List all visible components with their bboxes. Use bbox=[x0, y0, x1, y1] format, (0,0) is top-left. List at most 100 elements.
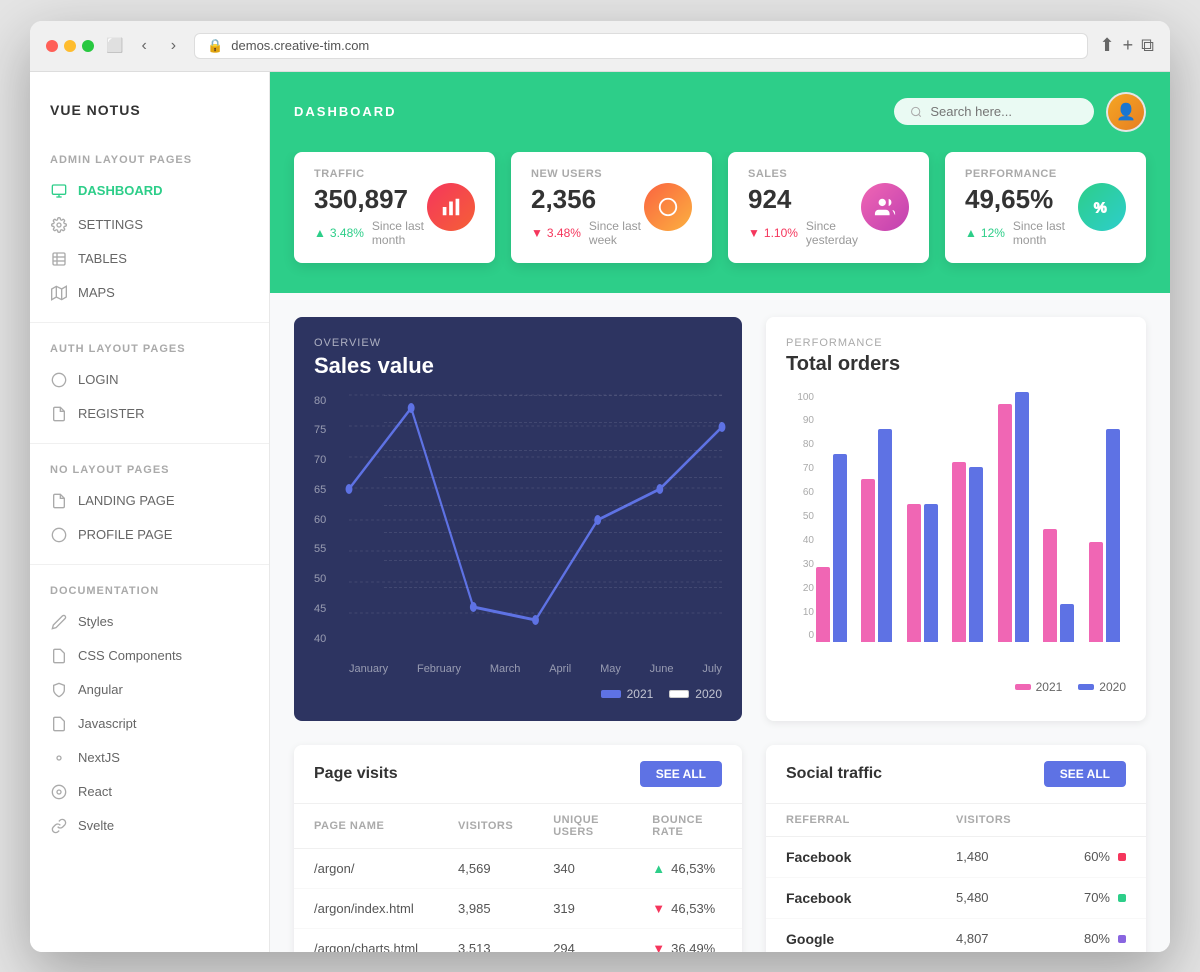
progress-container-3: 80% bbox=[1084, 931, 1126, 946]
sidebar-item-dashboard[interactable]: DASHBOARD bbox=[30, 174, 269, 208]
sidebar-item-landing[interactable]: LANDING PAGE bbox=[30, 484, 269, 518]
sidebar-landing-label: LANDING PAGE bbox=[78, 493, 175, 508]
sidebar-item-react[interactable]: React bbox=[30, 775, 269, 809]
map-icon bbox=[50, 284, 68, 302]
maximize-dot[interactable] bbox=[82, 40, 94, 52]
sidebar-register-label: REGISTER bbox=[78, 406, 144, 421]
sidebar-item-css[interactable]: CSS Components bbox=[30, 639, 269, 673]
header-right: 👤 bbox=[894, 92, 1146, 132]
sidebar-item-register[interactable]: REGISTER bbox=[30, 397, 269, 431]
bar-blue-6 bbox=[1060, 604, 1074, 642]
shield-icon bbox=[50, 681, 68, 699]
stat-icon-traffic bbox=[427, 183, 475, 231]
link-icon bbox=[50, 817, 68, 835]
stat-change-performance: ▲ 12% Since last month bbox=[965, 219, 1078, 247]
sidebar-section-docs: DOCUMENTATION bbox=[30, 577, 269, 605]
social-col-visitors: VISITORS bbox=[956, 814, 1126, 826]
settings-icon bbox=[50, 216, 68, 234]
sidebar-item-settings[interactable]: SETTINGS bbox=[30, 208, 269, 242]
sidebar-item-javascript[interactable]: Javascript bbox=[30, 707, 269, 741]
social-referral-1: Facebook bbox=[786, 849, 956, 865]
progress-container-1: 60% bbox=[1084, 849, 1126, 864]
sidebar-item-svelte[interactable]: Svelte bbox=[30, 809, 269, 843]
col-bounce: BOUNCE RATE bbox=[632, 804, 742, 849]
sidebar-item-maps[interactable]: MAPS bbox=[30, 276, 269, 310]
svg-text:%: % bbox=[1094, 201, 1107, 217]
social-title: Social traffic bbox=[786, 765, 882, 783]
bar-pink-5 bbox=[998, 404, 1012, 642]
table-row: /argon/index.html 3,985 319 ▼ 46,53% bbox=[294, 888, 742, 928]
stat-info-traffic: TRAFFIC 350,897 ▲ 3.48% Since last month bbox=[314, 168, 427, 247]
social-pct-2: 70% bbox=[1084, 890, 1110, 905]
app-layout: VUE NOTUS ADMIN LAYOUT PAGES DASHBOARD S… bbox=[30, 72, 1170, 952]
see-all-button-social[interactable]: SEE ALL bbox=[1044, 761, 1126, 787]
overview-chart-card: OVERVIEW Sales value 80 75 70 65 60 55 bbox=[294, 317, 742, 721]
bar-pink-3 bbox=[907, 504, 921, 642]
col-page-name: PAGE NAME bbox=[294, 804, 438, 849]
sidebar-item-login[interactable]: LOGIN bbox=[30, 363, 269, 397]
stat-info-newusers: NEW USERS 2,356 ▼ 3.48% Since last week bbox=[531, 168, 644, 247]
lock-icon: 🔒 bbox=[207, 38, 223, 54]
table-row: /argon/ 4,569 340 ▲ 46,53% bbox=[294, 848, 742, 888]
chart-title: Sales value bbox=[314, 353, 722, 379]
bar-group-4 bbox=[952, 462, 989, 642]
bar-blue-1 bbox=[833, 454, 847, 642]
social-pct-3: 80% bbox=[1084, 931, 1110, 946]
address-bar[interactable]: 🔒 demos.creative-tim.com bbox=[194, 33, 1087, 59]
sidebar-settings-label: SETTINGS bbox=[78, 217, 143, 232]
see-all-button-visits[interactable]: SEE ALL bbox=[640, 761, 722, 787]
chart-x-labels: January February March April May June Ju… bbox=[349, 663, 722, 675]
search-box[interactable] bbox=[894, 98, 1094, 125]
performance-chart-card: PERFORMANCE Total orders 100 90 80 70 60… bbox=[766, 317, 1146, 721]
monitor-icon bbox=[50, 182, 68, 200]
settings-icon-2 bbox=[50, 749, 68, 767]
avatar-image: 👤 bbox=[1108, 94, 1144, 130]
cell-bounce-2: ▼ 46,53% bbox=[632, 888, 742, 928]
bounce-arrow-2: ▼ bbox=[652, 901, 665, 916]
sidebar-divider-2 bbox=[30, 443, 269, 444]
back-button[interactable]: ‹ bbox=[135, 35, 152, 57]
progress-container-2: 70% bbox=[1084, 890, 1126, 905]
share-button[interactable]: ⬆ bbox=[1100, 35, 1115, 56]
cell-bounce-1: ▲ 46,53% bbox=[632, 848, 742, 888]
sidebar-item-tables[interactable]: TABLES bbox=[30, 242, 269, 276]
social-visitors-cell-1: 1,480 60% bbox=[956, 849, 1126, 864]
avatar[interactable]: 👤 bbox=[1106, 92, 1146, 132]
chart-plot bbox=[349, 395, 722, 645]
tab-overview-button[interactable]: ⧉ bbox=[1141, 35, 1154, 56]
forward-button[interactable]: › bbox=[165, 35, 182, 57]
sidebar-toggle-icon[interactable]: ⬜ bbox=[106, 37, 123, 54]
search-input[interactable] bbox=[930, 104, 1078, 119]
minimize-dot[interactable] bbox=[64, 40, 76, 52]
sidebar-item-profile[interactable]: PROFILE PAGE bbox=[30, 518, 269, 552]
sidebar-svelte-label: Svelte bbox=[78, 818, 114, 833]
bar-group-1 bbox=[816, 454, 853, 642]
social-visitors-count-2: 5,480 bbox=[956, 890, 989, 905]
sidebar-nextjs-label: NextJS bbox=[78, 750, 120, 765]
browser-chrome: ⬜ ‹ › 🔒 demos.creative-tim.com ⬆ + ⧉ bbox=[30, 21, 1170, 72]
page-visits-card: Page visits SEE ALL PAGE NAME VISITORS U… bbox=[294, 745, 742, 952]
cell-unique-3: 294 bbox=[533, 928, 632, 952]
sidebar-angular-label: Angular bbox=[78, 682, 123, 697]
url-text: demos.creative-tim.com bbox=[231, 38, 369, 53]
stat-value-sales: 924 bbox=[748, 184, 861, 215]
circle-icon-1 bbox=[50, 371, 68, 389]
sidebar-item-styles[interactable]: Styles bbox=[30, 605, 269, 639]
social-row-3: Google 4,807 80% bbox=[766, 919, 1146, 952]
bar-group-2 bbox=[861, 429, 898, 642]
social-row-1: Facebook 1,480 60% bbox=[766, 837, 1146, 878]
bar-chart-inner bbox=[816, 392, 1126, 642]
social-pct-1: 60% bbox=[1084, 849, 1110, 864]
progress-dot-3 bbox=[1118, 935, 1126, 943]
close-dot[interactable] bbox=[46, 40, 58, 52]
arrow-down-icon-1: ▼ bbox=[531, 226, 543, 240]
bar-legend-2020: 2020 bbox=[1078, 680, 1126, 694]
new-tab-button[interactable]: + bbox=[1123, 35, 1134, 56]
social-referral-3: Google bbox=[786, 931, 956, 947]
cell-visitors-3: 3,513 bbox=[438, 928, 533, 952]
sidebar-item-angular[interactable]: Angular bbox=[30, 673, 269, 707]
sidebar-item-nextjs[interactable]: NextJS bbox=[30, 741, 269, 775]
cell-page-1: /argon/ bbox=[294, 848, 438, 888]
bar-pink-1 bbox=[816, 567, 830, 642]
sidebar-maps-label: MAPS bbox=[78, 285, 115, 300]
